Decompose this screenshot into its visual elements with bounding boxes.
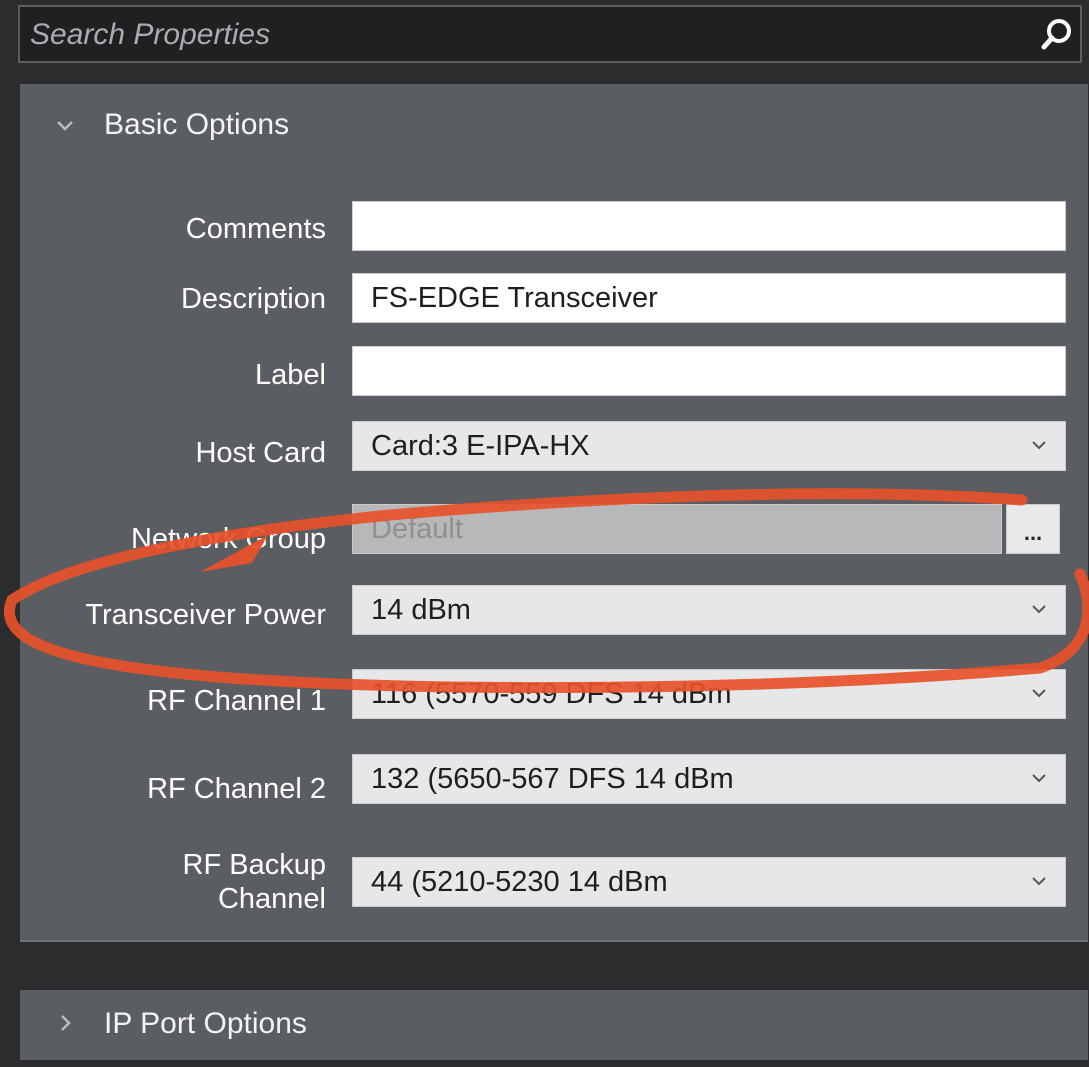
- host-card-label: Host Card: [195, 437, 326, 469]
- search-icon[interactable]: [1040, 17, 1074, 51]
- description-field[interactable]: FS-EDGE Transceiver: [352, 273, 1066, 323]
- ip-port-options-panel[interactable]: IP Port Options: [20, 990, 1088, 1060]
- network-group-label: Network Group: [130, 523, 326, 555]
- basic-options-title[interactable]: Basic Options: [104, 108, 289, 142]
- rf-backup-channel-value: 44 (5210-5230 14 dBm: [371, 866, 668, 898]
- network-group-field: Default: [352, 504, 1002, 554]
- rf-channel-1-label: RF Channel 1: [147, 685, 326, 717]
- transceiver-power-select[interactable]: 14 dBm: [352, 585, 1066, 635]
- network-group-browse-button[interactable]: ...: [1006, 504, 1060, 554]
- rf-backup-label-line1: RF Backup: [182, 849, 326, 881]
- rf-backup-label-line2: Channel: [217, 883, 326, 915]
- chevron-down-icon: [1032, 605, 1046, 614]
- rf-channel-2-select[interactable]: 132 (5650-567 DFS 14 dBm: [352, 754, 1066, 804]
- search-bar: [18, 5, 1082, 63]
- host-card-value: Card:3 E-IPA-HX: [371, 430, 590, 462]
- transceiver-power-value: 14 dBm: [371, 594, 471, 626]
- rf-channel-1-select[interactable]: 116 (5570-559 DFS 14 dBm: [352, 669, 1066, 719]
- transceiver-power-label: Transceiver Power: [85, 599, 326, 631]
- rf-backup-channel-select[interactable]: 44 (5210-5230 14 dBm: [352, 857, 1066, 907]
- comments-field[interactable]: [352, 201, 1066, 251]
- rf-channel-2-label: RF Channel 2: [147, 773, 326, 805]
- chevron-down-icon: [1032, 774, 1046, 783]
- chevron-right-icon[interactable]: [60, 1014, 72, 1032]
- search-input[interactable]: [28, 7, 992, 63]
- chevron-down-icon: [1032, 877, 1046, 886]
- chevron-down-icon: [1032, 689, 1046, 698]
- rf-channel-2-value: 132 (5650-567 DFS 14 dBm: [371, 763, 734, 795]
- rf-backup-channel-label: RF Backup Channel: [183, 848, 326, 916]
- label-label: Label: [255, 359, 326, 391]
- chevron-down-icon: [1032, 441, 1046, 450]
- ip-port-options-title[interactable]: IP Port Options: [104, 1007, 307, 1041]
- comments-label: Comments: [185, 213, 326, 245]
- host-card-select[interactable]: Card:3 E-IPA-HX: [352, 421, 1066, 471]
- chevron-down-icon[interactable]: [56, 120, 74, 132]
- description-label: Description: [180, 283, 326, 315]
- rf-channel-1-value: 116 (5570-559 DFS 14 dBm: [371, 678, 732, 710]
- label-field[interactable]: [352, 346, 1066, 396]
